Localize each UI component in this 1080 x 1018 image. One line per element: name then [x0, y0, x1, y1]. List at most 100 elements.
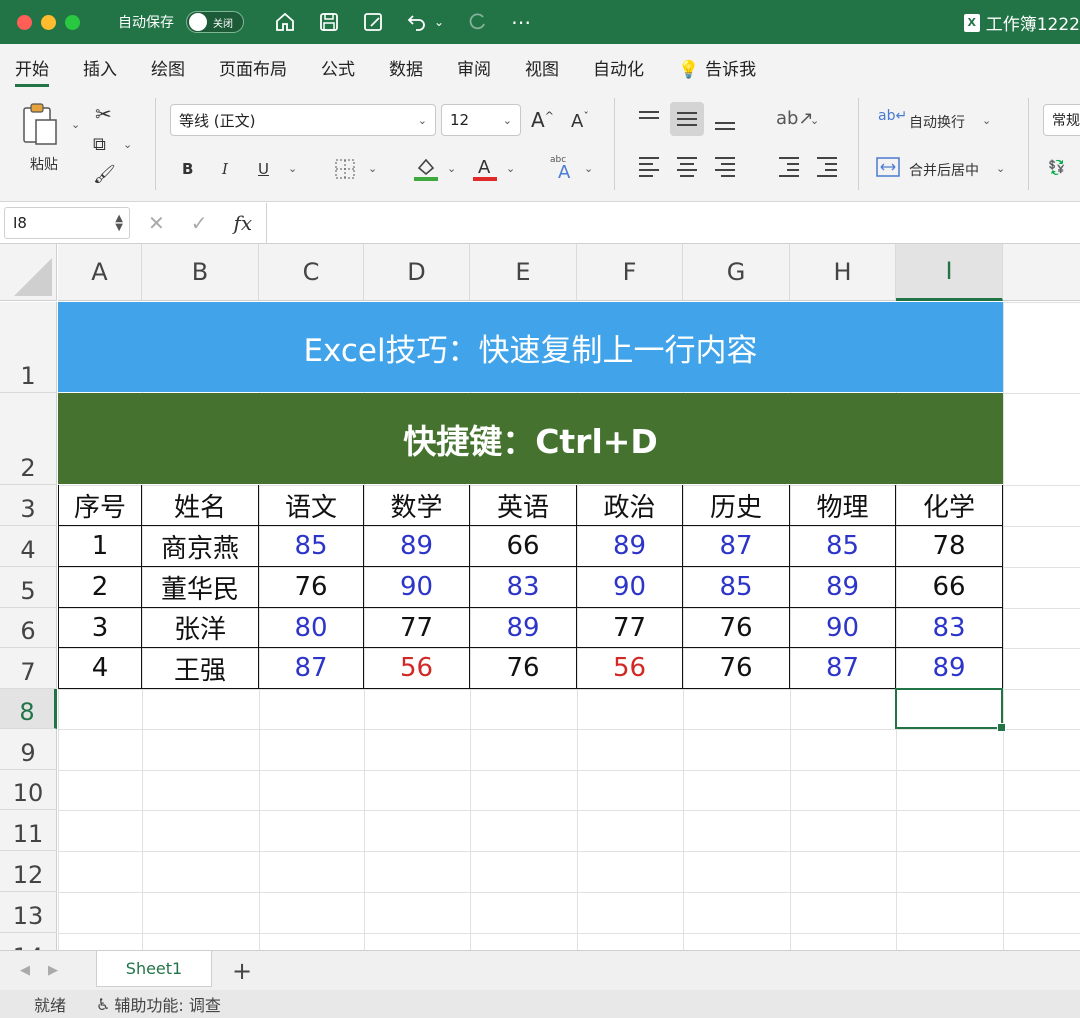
table-cell[interactable]: 76: [259, 567, 364, 608]
align-center-button[interactable]: [670, 150, 704, 184]
align-left-button[interactable]: [632, 150, 666, 184]
table-cell[interactable]: 89: [470, 608, 577, 648]
header-cell[interactable]: 语文: [259, 485, 364, 526]
autosave-toggle[interactable]: 关闭: [186, 11, 244, 33]
table-cell[interactable]: 商京燕: [142, 526, 259, 567]
table-cell[interactable]: 4: [58, 648, 142, 689]
header-cell[interactable]: 序号: [58, 485, 142, 526]
row-header[interactable]: 2: [0, 393, 57, 485]
next-sheet-icon[interactable]: ▶: [48, 963, 58, 978]
column-header[interactable]: G: [683, 244, 790, 301]
table-cell[interactable]: 83: [470, 567, 577, 608]
formula-input[interactable]: [267, 203, 1080, 243]
phonetic-dropdown-chevron-icon[interactable]: ⌄: [584, 162, 593, 175]
table-cell[interactable]: 89: [896, 648, 1003, 689]
bold-button[interactable]: B: [182, 160, 193, 178]
row-header[interactable]: 7: [0, 648, 57, 689]
increase-indent-button[interactable]: [810, 150, 844, 184]
prev-sheet-icon[interactable]: ◀: [20, 963, 30, 978]
orientation-dropdown-chevron-icon[interactable]: ⌄: [810, 114, 819, 127]
select-all-button[interactable]: [0, 244, 57, 301]
confirm-formula-icon[interactable]: ✓: [191, 211, 208, 235]
name-box[interactable]: I8 ▲ ▼: [4, 206, 130, 239]
table-cell[interactable]: 2: [58, 567, 142, 608]
table-cell[interactable]: 85: [259, 526, 364, 567]
borders-dropdown-chevron-icon[interactable]: ⌄: [368, 162, 377, 175]
wrap-text-chevron-icon[interactable]: ⌄: [982, 114, 991, 127]
column-header[interactable]: C: [259, 244, 364, 301]
table-cell[interactable]: 85: [683, 567, 790, 608]
close-window-button[interactable]: [17, 14, 32, 30]
column-header[interactable]: I: [896, 244, 1003, 301]
row-header[interactable]: 6: [0, 608, 57, 648]
undo-dropdown-chevron-icon[interactable]: ⌄: [434, 11, 444, 33]
cut-icon[interactable]: ✂: [95, 102, 112, 126]
wrap-text-button[interactable]: 自动换行: [909, 112, 965, 132]
table-cell[interactable]: 77: [364, 608, 470, 648]
header-cell[interactable]: 物理: [790, 485, 896, 526]
font-size-select[interactable]: 12 ⌄: [441, 104, 521, 136]
row-header[interactable]: 14: [0, 933, 57, 950]
sheet-tab[interactable]: Sheet1: [96, 950, 212, 987]
align-right-button[interactable]: [708, 150, 742, 184]
table-cell[interactable]: 76: [683, 608, 790, 648]
paste-button[interactable]: [20, 102, 62, 152]
save-icon[interactable]: [318, 11, 340, 33]
table-cell[interactable]: 王强: [142, 648, 259, 689]
table-cell[interactable]: 87: [683, 526, 790, 567]
tab-8[interactable]: 自动化: [593, 45, 644, 90]
selected-cell[interactable]: [895, 688, 1006, 732]
redo-icon[interactable]: [466, 11, 488, 33]
text-orientation-icon[interactable]: ab↗: [776, 108, 814, 129]
merge-center-chevron-icon[interactable]: ⌄: [996, 162, 1005, 175]
decrease-indent-button[interactable]: [772, 150, 806, 184]
font-color-dropdown-chevron-icon[interactable]: ⌄: [506, 162, 515, 175]
table-cell[interactable]: 80: [259, 608, 364, 648]
align-top-button[interactable]: [632, 102, 666, 136]
more-options-icon[interactable]: ⋯: [510, 11, 532, 33]
tab-6[interactable]: 审阅: [457, 45, 491, 90]
table-cell[interactable]: 89: [577, 526, 683, 567]
tab-4[interactable]: 公式: [321, 45, 355, 90]
table-cell[interactable]: 1: [58, 526, 142, 567]
table-cell[interactable]: 89: [790, 567, 896, 608]
tab-5[interactable]: 数据: [389, 45, 423, 90]
font-name-select[interactable]: 等线 (正文) ⌄: [170, 104, 436, 136]
fill-color-dropdown-chevron-icon[interactable]: ⌄: [447, 162, 456, 175]
column-header[interactable]: H: [790, 244, 896, 301]
tab-2[interactable]: 绘图: [151, 45, 185, 90]
underline-dropdown-chevron-icon[interactable]: ⌄: [288, 162, 297, 175]
table-cell[interactable]: 76: [683, 648, 790, 689]
table-cell[interactable]: 56: [577, 648, 683, 689]
table-cell[interactable]: 66: [896, 567, 1003, 608]
undo-icon[interactable]: [406, 11, 428, 33]
row-header[interactable]: 9: [0, 729, 57, 770]
align-middle-button[interactable]: [670, 102, 704, 136]
header-cell[interactable]: 政治: [577, 485, 683, 526]
row-header[interactable]: 13: [0, 892, 57, 933]
row-header[interactable]: 11: [0, 810, 57, 851]
accessibility-status[interactable]: ♿ 辅助功能: 调查: [96, 992, 221, 1016]
table-cell[interactable]: 90: [790, 608, 896, 648]
merge-center-button[interactable]: 合并后居中: [909, 160, 979, 180]
header-cell[interactable]: 历史: [683, 485, 790, 526]
zoom-window-button[interactable]: [65, 14, 80, 30]
home-icon[interactable]: [274, 11, 296, 33]
save-as-icon[interactable]: [362, 11, 384, 33]
shrink-font-button[interactable]: Aˇ: [571, 110, 589, 132]
row-header[interactable]: 5: [0, 567, 57, 608]
underline-button[interactable]: U: [258, 160, 269, 178]
table-cell[interactable]: 56: [364, 648, 470, 689]
paste-dropdown-chevron-icon[interactable]: ⌄: [71, 118, 80, 131]
tab-9[interactable]: 💡 告诉我: [678, 45, 756, 90]
table-cell[interactable]: 90: [364, 567, 470, 608]
table-cell[interactable]: 78: [896, 526, 1003, 567]
row-header[interactable]: 8: [0, 689, 57, 729]
tab-7[interactable]: 视图: [525, 45, 559, 90]
table-cell[interactable]: 83: [896, 608, 1003, 648]
font-color-icon[interactable]: A: [472, 154, 498, 186]
column-header[interactable]: D: [364, 244, 470, 301]
column-header[interactable]: A: [58, 244, 142, 301]
row-header[interactable]: 4: [0, 526, 57, 567]
table-cell[interactable]: 66: [470, 526, 577, 567]
